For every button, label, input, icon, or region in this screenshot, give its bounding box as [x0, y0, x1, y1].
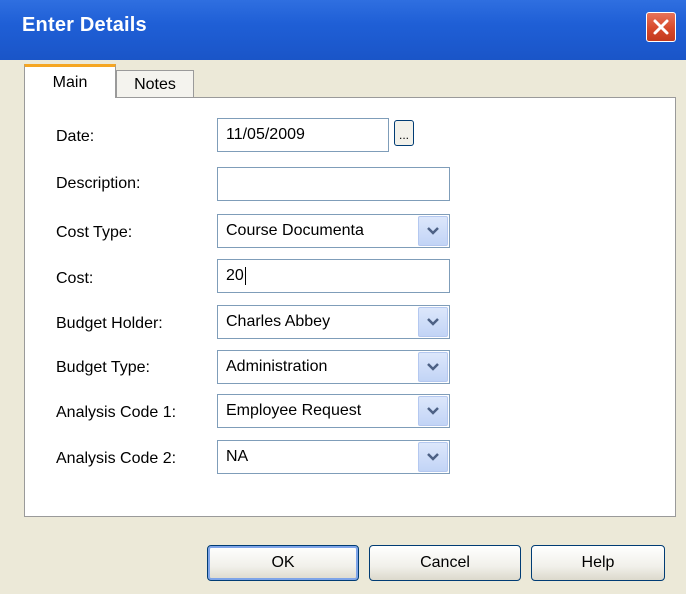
chevron-down-icon: [427, 363, 439, 371]
title-bar[interactable]: Enter Details: [0, 0, 686, 60]
cost-type-value: Course Documenta: [226, 222, 364, 239]
analysis-code-2-dropdown-button[interactable]: [418, 442, 448, 472]
ok-button-label: OK: [271, 554, 295, 571]
tab-main[interactable]: Main: [24, 64, 116, 98]
budget-type-value: Administration: [226, 358, 328, 375]
close-icon: [653, 19, 669, 35]
analysis-code-1-value: Employee Request: [226, 402, 362, 419]
help-button[interactable]: Help: [531, 545, 665, 581]
description-label: Description:: [56, 175, 141, 192]
cost-type-dropdown-button[interactable]: [418, 216, 448, 246]
analysis-code-1-dropdown[interactable]: Employee Request: [217, 394, 450, 428]
tab-notes[interactable]: Notes: [116, 70, 194, 98]
cost-label: Cost:: [56, 270, 94, 287]
budget-holder-dropdown-button[interactable]: [418, 307, 448, 337]
chevron-down-icon: [427, 407, 439, 415]
cancel-button-label: Cancel: [420, 554, 470, 571]
budget-type-dropdown[interactable]: Administration: [217, 350, 450, 384]
analysis-code-2-label: Analysis Code 2:: [56, 450, 177, 467]
analysis-code-2-dropdown[interactable]: NA: [217, 440, 450, 474]
help-button-label: Help: [581, 554, 615, 571]
dialog-window: Enter Details Main Notes Date: 11/05/200…: [0, 0, 686, 594]
date-value: 11/05/2009: [226, 126, 305, 143]
cancel-button[interactable]: Cancel: [369, 545, 521, 581]
budget-type-label: Budget Type:: [56, 359, 150, 376]
chevron-down-icon: [427, 227, 439, 235]
tab-main-label: Main: [52, 73, 88, 91]
cost-value: 20: [226, 267, 244, 284]
close-button[interactable]: [646, 12, 676, 42]
text-caret: [244, 267, 246, 285]
date-field[interactable]: 11/05/2009: [217, 118, 389, 152]
date-picker-button[interactable]: ...: [394, 120, 414, 146]
analysis-code-2-value: NA: [226, 448, 249, 465]
chevron-down-icon: [427, 318, 439, 326]
date-label: Date:: [56, 128, 95, 145]
budget-holder-dropdown[interactable]: Charles Abbey: [217, 305, 450, 339]
budget-holder-label: Budget Holder:: [56, 315, 163, 332]
description-field[interactable]: [217, 167, 450, 201]
window-title: Enter Details: [22, 14, 147, 36]
cost-type-label: Cost Type:: [56, 224, 133, 241]
tab-notes-label: Notes: [134, 75, 176, 93]
ok-button[interactable]: OK: [207, 545, 359, 581]
analysis-code-1-dropdown-button[interactable]: [418, 396, 448, 426]
budget-type-dropdown-button[interactable]: [418, 352, 448, 382]
budget-holder-value: Charles Abbey: [226, 313, 331, 330]
chevron-down-icon: [427, 453, 439, 461]
analysis-code-1-label: Analysis Code 1:: [56, 404, 177, 421]
date-picker-label: ...: [398, 128, 409, 142]
cost-type-dropdown[interactable]: Course Documenta: [217, 214, 450, 248]
cost-field[interactable]: 20: [217, 259, 450, 293]
